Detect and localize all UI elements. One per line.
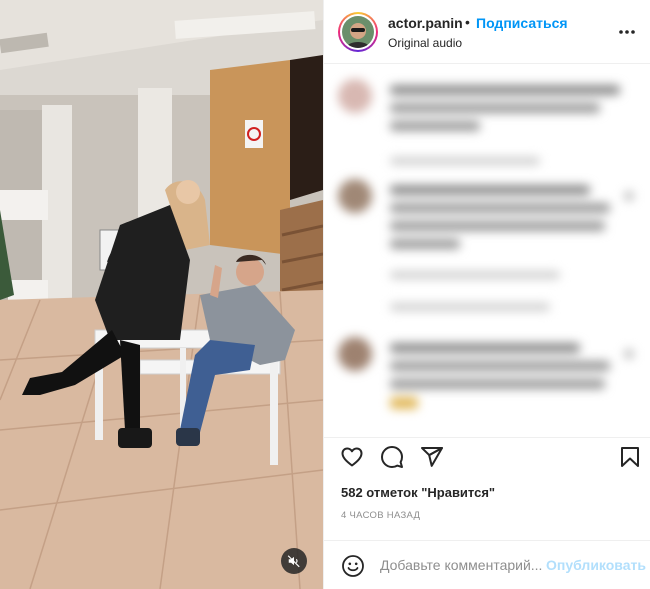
like-button[interactable] xyxy=(338,443,366,471)
save-button[interactable] xyxy=(616,443,644,471)
comment-icon xyxy=(381,446,403,468)
add-comment-bar: Опубликовать xyxy=(324,540,650,589)
comment-button[interactable] xyxy=(378,443,406,471)
speaker-muted-icon xyxy=(287,555,300,568)
likes-count[interactable]: 582 отметок "Нравится" xyxy=(341,485,495,500)
comment-input[interactable] xyxy=(380,555,560,575)
post-header: actor.panin • Подписаться Original audio xyxy=(324,0,650,64)
action-bar xyxy=(324,437,650,477)
follow-button[interactable]: Подписаться xyxy=(476,15,568,31)
mute-button[interactable] xyxy=(281,548,307,574)
avatar[interactable] xyxy=(338,12,378,52)
comments-list xyxy=(324,65,650,437)
audio-link[interactable]: Original audio xyxy=(388,36,462,50)
post-sidebar: actor.panin • Подписаться Original audio xyxy=(323,0,650,589)
separator-dot: • xyxy=(465,14,470,30)
video-frame xyxy=(0,0,323,589)
post-timestamp[interactable]: 4 ЧАСОВ НАЗАД xyxy=(341,510,420,521)
post-comment-button[interactable]: Опубликовать xyxy=(546,557,646,573)
avatar-image xyxy=(342,16,374,48)
post-media[interactable] xyxy=(0,0,323,589)
more-horizontal-icon[interactable] xyxy=(617,22,637,42)
username-link[interactable]: actor.panin xyxy=(388,15,463,31)
share-button[interactable] xyxy=(418,443,446,471)
bookmark-icon xyxy=(621,447,639,467)
emoji-icon[interactable] xyxy=(341,554,365,578)
paper-plane-icon xyxy=(421,447,443,467)
heart-icon xyxy=(341,447,363,467)
